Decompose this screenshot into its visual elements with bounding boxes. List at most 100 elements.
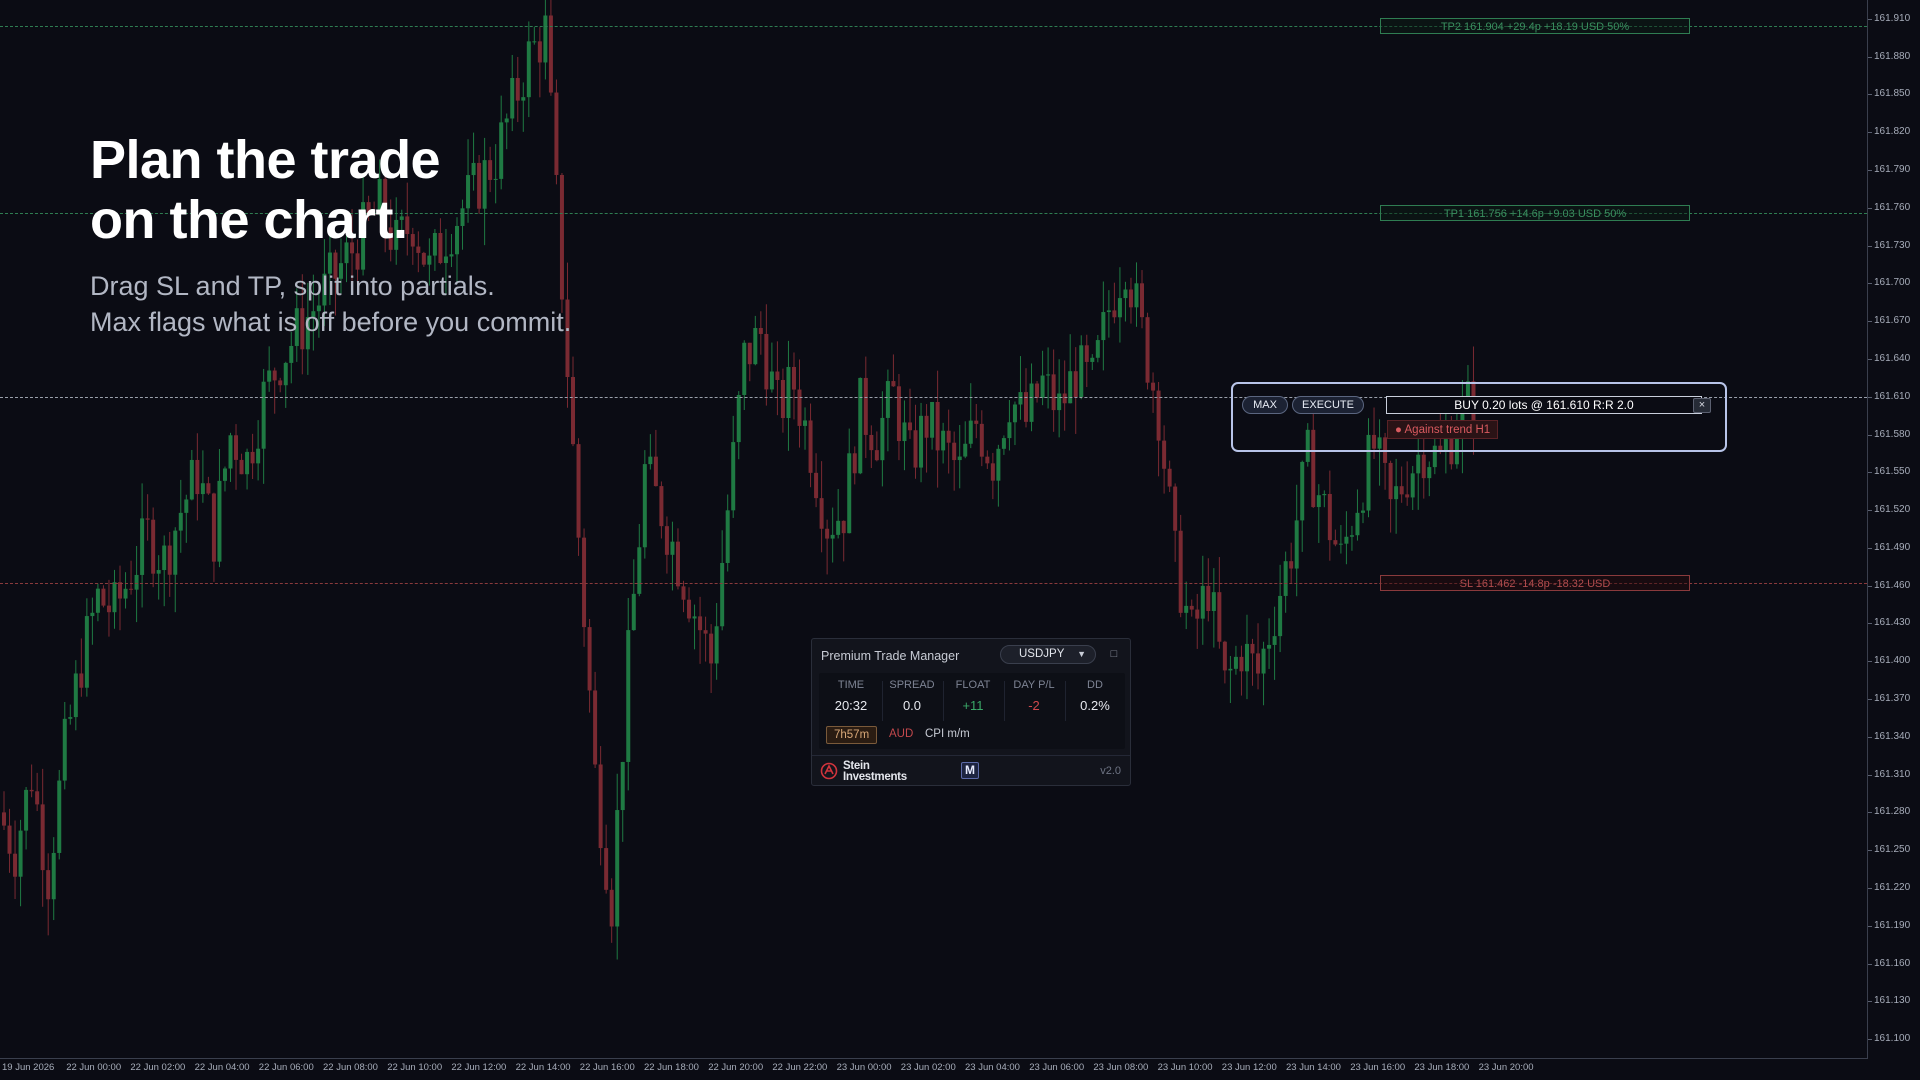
candle-bull <box>245 451 250 475</box>
candle-bull <box>692 616 697 619</box>
subline-line-1: Drag SL and TP, split into partials. <box>90 271 495 301</box>
time-tick: 23 Jun 10:00 <box>1157 1062 1213 1073</box>
candle-bull <box>858 377 863 474</box>
candle-bull <box>200 483 205 495</box>
tp1-label[interactable]: TP1 161.756 +14.6p +9.03 USD 50% <box>1380 204 1690 221</box>
candle-bull <box>1244 643 1249 672</box>
stat-head: SPREAD <box>889 679 935 691</box>
candle-bull <box>1200 585 1205 619</box>
execute-button[interactable]: EXECUTE <box>1292 396 1364 414</box>
candle-bull <box>283 362 288 386</box>
time-tick: 22 Jun 06:00 <box>258 1062 314 1073</box>
minimize-icon[interactable]: □ <box>1108 649 1120 661</box>
candle-bull <box>996 448 1001 481</box>
session-timer-chip: 7h57m <box>826 726 878 744</box>
candle-bull <box>222 468 227 481</box>
price-tick: 161.250 <box>1868 844 1920 855</box>
candle-bull <box>1117 298 1122 318</box>
max-assistant-button[interactable]: M <box>961 762 979 779</box>
price-tick: 161.520 <box>1868 504 1920 515</box>
candle-bear <box>775 371 780 380</box>
time-tick: 22 Jun 08:00 <box>323 1062 378 1073</box>
candle-bull <box>1344 536 1349 544</box>
max-button[interactable]: MAX <box>1242 396 1288 414</box>
candle-bear <box>1217 592 1222 642</box>
time-tick: 22 Jun 22:00 <box>772 1062 828 1073</box>
candle-bull <box>941 430 946 451</box>
candle-bear <box>1112 310 1117 318</box>
trade-manager-panel: Premium Trade Manager USDJPY ▼ □ TIME 20… <box>811 638 1131 786</box>
stat-float: FLOAT +11 <box>943 673 1003 713</box>
price-axis[interactable]: 161.910 161.880 161.850 161.820 161.790 161.7… <box>1868 0 1920 1058</box>
time-tick: 22 Jun 18:00 <box>644 1062 699 1073</box>
order-readout[interactable]: BUY 0.20 lots @ 161.610 R:R 2.0 <box>1386 396 1702 414</box>
candle-bull <box>1228 668 1233 671</box>
brand-name: Stein Investments <box>843 760 907 783</box>
candle-bear <box>946 430 951 443</box>
tp2-label[interactable]: TP2 161.904 +29.4p +18.19 USD 50% <box>1380 18 1690 35</box>
stat-dd: DD 0.2% <box>1065 673 1125 713</box>
candle-bear <box>924 415 929 438</box>
candle-bear <box>814 472 819 499</box>
stat-head: TIME <box>837 679 865 691</box>
candle-bull <box>1123 289 1128 299</box>
time-tick: 22 Jun 10:00 <box>387 1062 443 1073</box>
candle-bear <box>1250 643 1255 654</box>
candle-bear <box>758 328 763 334</box>
stat-time: TIME 20:32 <box>821 673 881 713</box>
candle-bear <box>167 545 172 575</box>
candle-bear <box>675 541 680 587</box>
candle-bull <box>1427 467 1432 479</box>
stat-value: 0.2% <box>1080 698 1110 713</box>
candle-bear <box>79 673 84 688</box>
candle-bull <box>173 530 178 575</box>
candle-bull <box>1068 371 1073 404</box>
candle-bull <box>112 582 117 613</box>
trend-warning-badge: ● Against trend H1 <box>1387 420 1499 439</box>
candle-bull <box>256 448 261 464</box>
candle-bull <box>521 97 526 101</box>
candle-bear <box>825 528 830 539</box>
candle-bull <box>714 626 719 664</box>
candle-bull <box>930 401 935 438</box>
time-axis[interactable]: 19 Jun 2026 22 Jun 00:00 22 Jun 02:00 22 Ju… <box>0 1058 1867 1080</box>
stat-value: 20:32 <box>834 698 868 713</box>
chevron-down-icon: ▼ <box>1077 649 1086 659</box>
candle-bull <box>84 616 89 688</box>
symbol-select[interactable]: USDJPY ▼ <box>1000 645 1096 664</box>
candle-bear <box>913 430 918 468</box>
candle-bull <box>1261 648 1266 674</box>
candle-bear <box>1140 283 1145 318</box>
candle-bull <box>1211 592 1216 611</box>
candle-bear <box>1162 440 1167 469</box>
close-icon[interactable]: × <box>1693 398 1711 413</box>
stat-value: +11 <box>962 698 984 713</box>
candle-bear <box>1167 468 1172 487</box>
candle-bull <box>24 789 29 831</box>
price-tick: 161.730 <box>1868 240 1920 251</box>
candle-bull <box>1416 454 1421 474</box>
candle-bear <box>609 889 614 927</box>
candle-bull <box>289 345 294 363</box>
candle-bear <box>554 92 559 175</box>
candle-bull <box>261 381 266 449</box>
candle-bull <box>156 570 161 574</box>
sl-label[interactable]: SL 161.462 -14.8p -18.32 USD <box>1380 575 1690 592</box>
candle-bear <box>869 434 874 451</box>
candle-bear <box>1327 493 1332 541</box>
chart-area[interactable]: TP2 161.904 +29.4p +18.19 USD 50% TP1 16… <box>0 0 1868 1059</box>
time-tick: 23 Jun 18:00 <box>1414 1062 1470 1073</box>
price-tick: 161.550 <box>1868 466 1920 477</box>
candle-bear <box>278 380 283 386</box>
candle-bear <box>1156 390 1161 441</box>
time-tick: 23 Jun 20:00 <box>1478 1062 1534 1073</box>
candle-bear <box>1062 393 1067 404</box>
candle-bull <box>162 545 167 571</box>
time-tick: 23 Jun 06:00 <box>1029 1062 1085 1073</box>
price-tick: 161.820 <box>1868 126 1920 137</box>
candle-bull <box>1029 383 1034 422</box>
time-tick: 22 Jun 16:00 <box>579 1062 635 1073</box>
price-tick: 161.580 <box>1868 429 1920 440</box>
candle-bear <box>698 616 703 631</box>
candle-bull <box>427 255 432 265</box>
